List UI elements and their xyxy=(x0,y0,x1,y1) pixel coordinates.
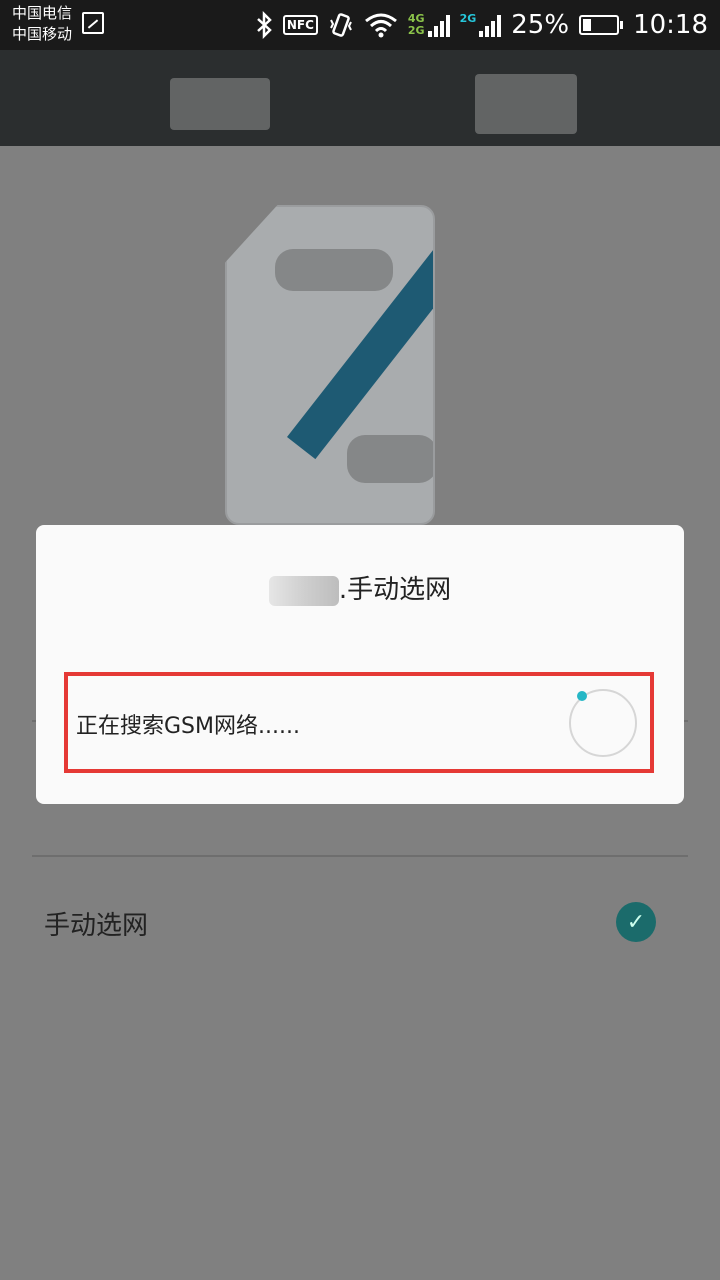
wifi-icon xyxy=(364,12,398,38)
bluetooth-icon xyxy=(255,11,273,39)
progress-row: 正在搜索GSM网络...... xyxy=(64,672,654,773)
gallery-icon xyxy=(82,12,104,34)
option-manual-network[interactable]: 手动选网 ✓ xyxy=(44,895,664,951)
net-2g-label-a: 2G xyxy=(407,24,425,37)
dialog-title-text: .手动选网 xyxy=(338,575,452,605)
status-icons: NFC 4G 2G 2G 25% 10:18 xyxy=(255,8,708,42)
carrier-labels: 中国电信 中国移动 xyxy=(12,3,72,45)
dialog-title: .手动选网 xyxy=(36,569,684,606)
list-divider xyxy=(32,855,688,857)
vibrate-icon xyxy=(328,11,354,39)
battery-fill xyxy=(583,19,592,31)
loading-spinner-icon xyxy=(569,689,637,757)
option-manual-label: 手动选网 xyxy=(44,911,149,941)
signal-icon-sim2: 2G xyxy=(460,13,502,37)
nfc-icon: NFC xyxy=(282,15,318,35)
carrier-2: 中国移动 xyxy=(12,25,73,43)
battery-icon xyxy=(579,15,624,35)
header-redacted-left xyxy=(170,78,270,130)
clock: 10:18 xyxy=(633,10,708,40)
app-header xyxy=(0,50,720,146)
progress-message: 正在搜索GSM网络...... xyxy=(76,714,300,739)
battery-percent: 25% xyxy=(511,10,570,40)
status-bar: 中国电信 中国移动 NFC 4G 2G 2G 25% 10:18 xyxy=(0,0,720,50)
title-redacted xyxy=(268,575,339,606)
sim-card-illustration xyxy=(225,205,435,525)
search-dialog: .手动选网 正在搜索GSM网络...... xyxy=(36,525,684,804)
carrier-1: 中国电信 xyxy=(12,4,73,22)
check-icon: ✓ xyxy=(616,902,656,942)
header-redacted-right xyxy=(475,74,577,134)
spinner-dot xyxy=(577,691,587,701)
signal-icon-sim1: 4G 2G xyxy=(408,13,450,37)
